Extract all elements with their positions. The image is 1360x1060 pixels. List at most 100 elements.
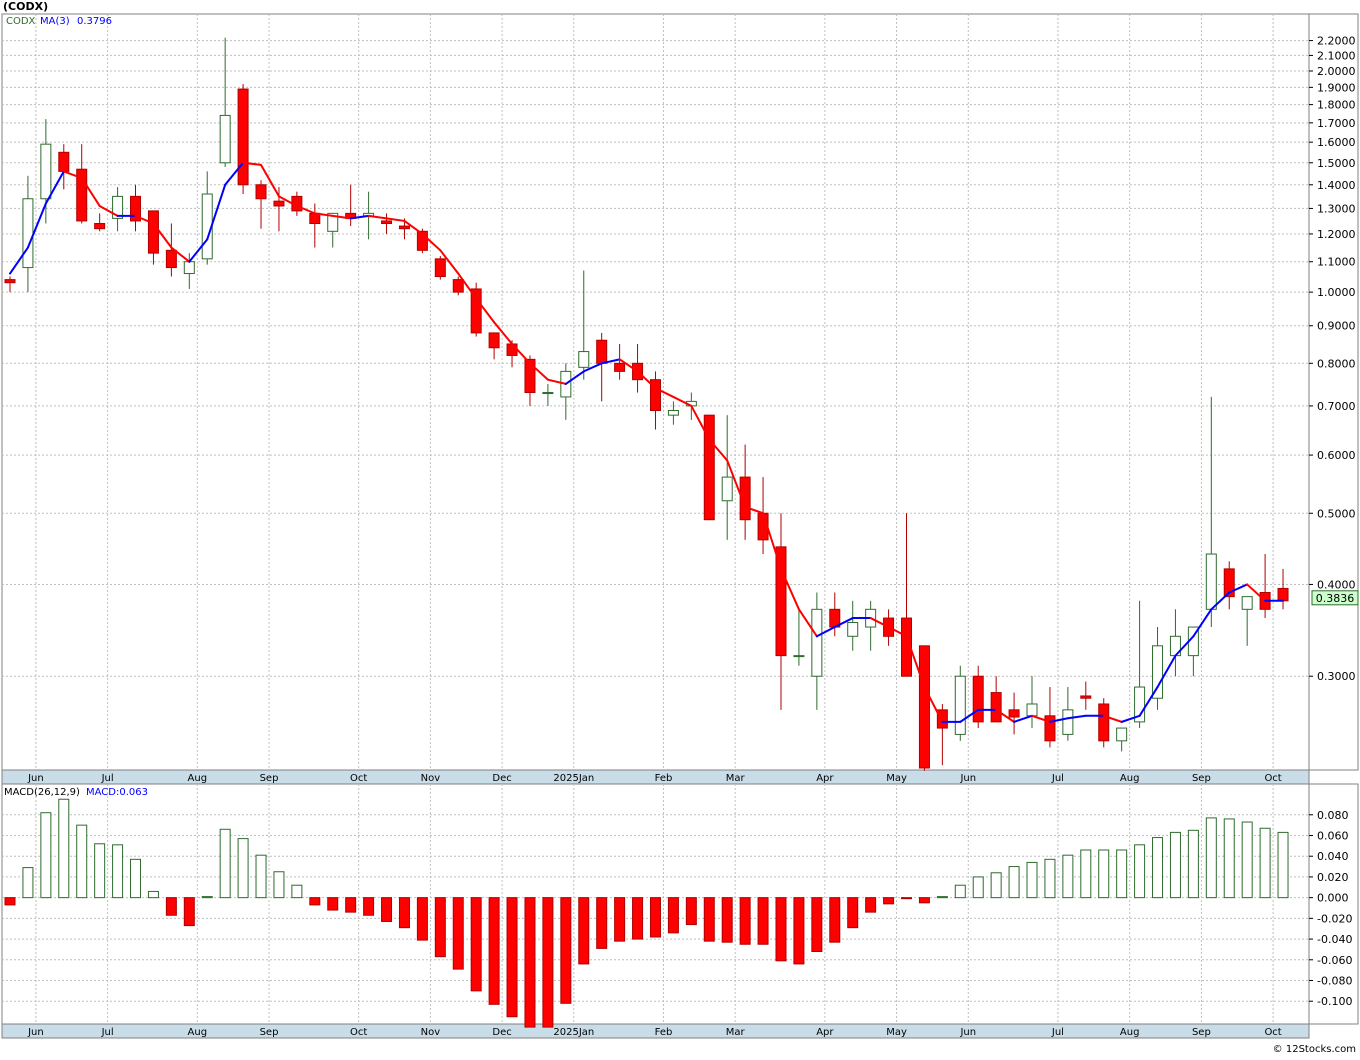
macd-x-tick-label: Dec — [492, 1027, 511, 1038]
price-x-tick-label: Sep — [1192, 773, 1211, 784]
macd-bar — [1223, 818, 1235, 899]
macd-bar — [363, 897, 375, 916]
candle-body — [1241, 596, 1253, 610]
macd-y-tick-label: -0.040 — [1317, 933, 1352, 946]
macd-x-tick-label: Oct — [350, 1027, 367, 1038]
macd-bar — [219, 828, 231, 899]
price-y-tick-label: 1.3000 — [1317, 202, 1356, 215]
candle-body — [506, 343, 518, 356]
macd-bar — [452, 897, 464, 970]
macd-x-tick-label: Jun — [27, 1027, 44, 1038]
price-x-tick-label: Jun — [27, 773, 44, 784]
candle-body — [1008, 709, 1020, 718]
candle-body — [165, 249, 177, 269]
macd-x-tick-label: Jul — [1051, 1027, 1064, 1038]
legend-symbol: CODX — [6, 16, 36, 27]
macd-y-tick-label: 0.000 — [1317, 892, 1349, 905]
macd-bar — [183, 897, 195, 927]
macd-y-tick-label: -0.060 — [1317, 954, 1352, 967]
candle-body — [793, 655, 805, 658]
candle-body — [94, 222, 106, 230]
price-y-tick-label: 0.4000 — [1317, 578, 1356, 591]
macd-y-tick-label: 0.060 — [1317, 830, 1349, 843]
macd-y-tick-label: -0.020 — [1317, 912, 1352, 925]
price-y-tick-label: 1.2000 — [1317, 228, 1356, 241]
macd-y-tick-label: 0.080 — [1317, 809, 1349, 822]
macd-x-tick-label: Jun — [959, 1027, 976, 1038]
macd-bar — [345, 897, 357, 913]
price-x-tick-label: Jul — [1051, 773, 1064, 784]
macd-bar — [685, 897, 697, 926]
price-y-tick-label: 0.8000 — [1317, 357, 1356, 370]
price-x-tick-label: Aug — [1120, 773, 1140, 784]
candle-body — [255, 184, 267, 200]
price-x-tick-label: Jul — [101, 773, 114, 784]
macd-bar — [811, 897, 823, 953]
macd-bar — [865, 897, 877, 913]
candle-body — [1080, 695, 1092, 699]
price-y-tick-label: 1.4000 — [1317, 179, 1356, 192]
price-x-tick-label: Sep — [260, 773, 279, 784]
macd-bar — [309, 897, 321, 906]
macd-bar — [847, 897, 859, 929]
macd-bar — [273, 871, 285, 899]
price-y-tick-label: 1.6000 — [1317, 136, 1356, 149]
candle-body — [1152, 645, 1164, 699]
candle-body — [847, 622, 859, 637]
macd-bar — [596, 897, 608, 949]
price-y-tick-label: 0.9000 — [1317, 320, 1356, 333]
macd-legend-label: MACD(26,12,9) — [4, 787, 80, 798]
price-y-tick-label: 2.1000 — [1317, 49, 1356, 62]
price-y-tick-label: 1.8000 — [1317, 99, 1356, 112]
macd-x-tick-label: 2025Jan — [553, 1027, 594, 1038]
macd-bar — [1044, 858, 1056, 899]
price-y-tick-label: 1.5000 — [1317, 157, 1356, 170]
macd-bar — [416, 897, 428, 941]
macd-bar — [1098, 849, 1110, 899]
macd-x-tick-label: Jul — [101, 1027, 114, 1038]
macd-bar — [398, 897, 410, 929]
candle-body — [667, 410, 679, 416]
candle-body — [721, 476, 733, 502]
candle-body — [542, 392, 554, 395]
candle-body — [237, 88, 249, 186]
macd-bar — [237, 838, 249, 899]
price-x-tick-label: Oct — [1264, 773, 1281, 784]
macd-bar — [1008, 866, 1020, 899]
macd-bar — [470, 897, 482, 992]
macd-bar — [990, 872, 1002, 899]
macd-bar — [506, 897, 518, 1018]
macd-bar — [775, 897, 787, 962]
macd-bar — [4, 897, 16, 906]
price-y-tick-label: 2.2000 — [1317, 35, 1356, 48]
macd-bar — [1116, 849, 1128, 899]
macd-y-tick-label: -0.100 — [1317, 995, 1352, 1008]
macd-x-tick-label: Sep — [260, 1027, 279, 1038]
macd-bar — [1152, 837, 1164, 899]
candle-body — [918, 645, 930, 769]
candle-body — [434, 258, 446, 278]
price-y-tick-label: 1.0000 — [1317, 286, 1356, 299]
macd-bar — [1062, 854, 1074, 899]
macd-bar — [488, 897, 500, 1005]
macd-x-tick-label: Mar — [726, 1027, 746, 1038]
macd-bar — [1169, 831, 1181, 899]
candle-body — [58, 151, 70, 172]
candle-body — [775, 546, 787, 657]
macd-bar — [1205, 817, 1217, 899]
candle-body — [1205, 553, 1217, 610]
macd-y-tick-label: 0.040 — [1317, 850, 1349, 863]
price-x-tick-label: Mar — [726, 773, 746, 784]
price-y-tick-label: 0.7000 — [1317, 400, 1356, 413]
macd-bar — [721, 897, 733, 943]
macd-bar — [757, 897, 769, 945]
candle-body — [596, 339, 608, 364]
price-x-tick-label: Feb — [655, 773, 673, 784]
candle-body — [398, 225, 410, 230]
price-y-tick-label: 0.5000 — [1317, 507, 1356, 520]
last-price-label: 0.3836 — [1316, 592, 1355, 605]
macd-bar — [94, 843, 106, 899]
macd-panel-frame — [1, 783, 1359, 1025]
macd-x-tick-label: Oct — [1264, 1027, 1281, 1038]
macd-bar — [147, 890, 159, 899]
